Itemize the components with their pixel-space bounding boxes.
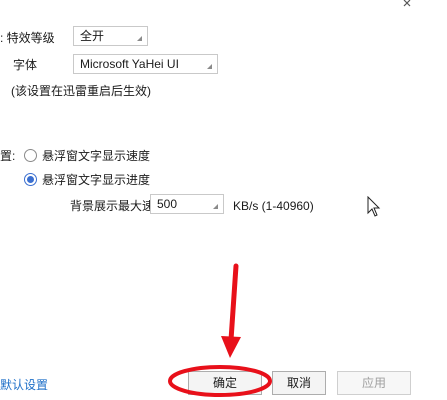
ok-button[interactable]: 确定 <box>188 371 262 395</box>
cancel-button[interactable]: 取消 <box>272 371 326 395</box>
effects-level-label: : 特效等级 <box>0 31 55 45</box>
font-select[interactable]: Microsoft YaHei UI <box>73 54 218 74</box>
default-settings-link[interactable]: 默认设置 <box>0 376 48 393</box>
max-speed-input[interactable]: 500 <box>150 194 224 214</box>
effects-level-value: 全开 <box>80 29 105 43</box>
settings-dialog: : 特效等级 全开 字体 Microsoft YaHei UI (该设置在迅雷重… <box>0 0 447 400</box>
radio-float-progress-label[interactable]: 悬浮窗文字显示进度 <box>42 173 150 187</box>
apply-button[interactable]: 应用 <box>337 371 411 395</box>
max-speed-value: 500 <box>157 197 178 211</box>
close-icon[interactable] <box>402 0 416 8</box>
radio-float-speed[interactable] <box>24 149 37 162</box>
font-label: 字体 <box>13 58 38 72</box>
restart-note: (该设置在迅雷重启后生效) <box>11 84 151 98</box>
effects-level-text: 特效等级 <box>6 31 55 45</box>
dropdown-arrow-icon <box>137 36 142 41</box>
float-section-title: 置: <box>0 149 16 163</box>
annotation-arrow-head <box>221 336 241 358</box>
mouse-pointer-icon <box>367 196 381 217</box>
font-value: Microsoft YaHei UI <box>80 57 179 71</box>
max-speed-unit: KB/s (1-40960) <box>233 199 314 213</box>
effects-level-select[interactable]: 全开 <box>73 26 148 46</box>
dropdown-arrow-icon <box>207 64 212 69</box>
radio-float-speed-label[interactable]: 悬浮窗文字显示速度 <box>42 149 150 163</box>
spin-arrow-icon <box>213 204 218 209</box>
radio-float-progress[interactable] <box>24 173 37 186</box>
annotation-arrow-shaft <box>228 263 239 343</box>
